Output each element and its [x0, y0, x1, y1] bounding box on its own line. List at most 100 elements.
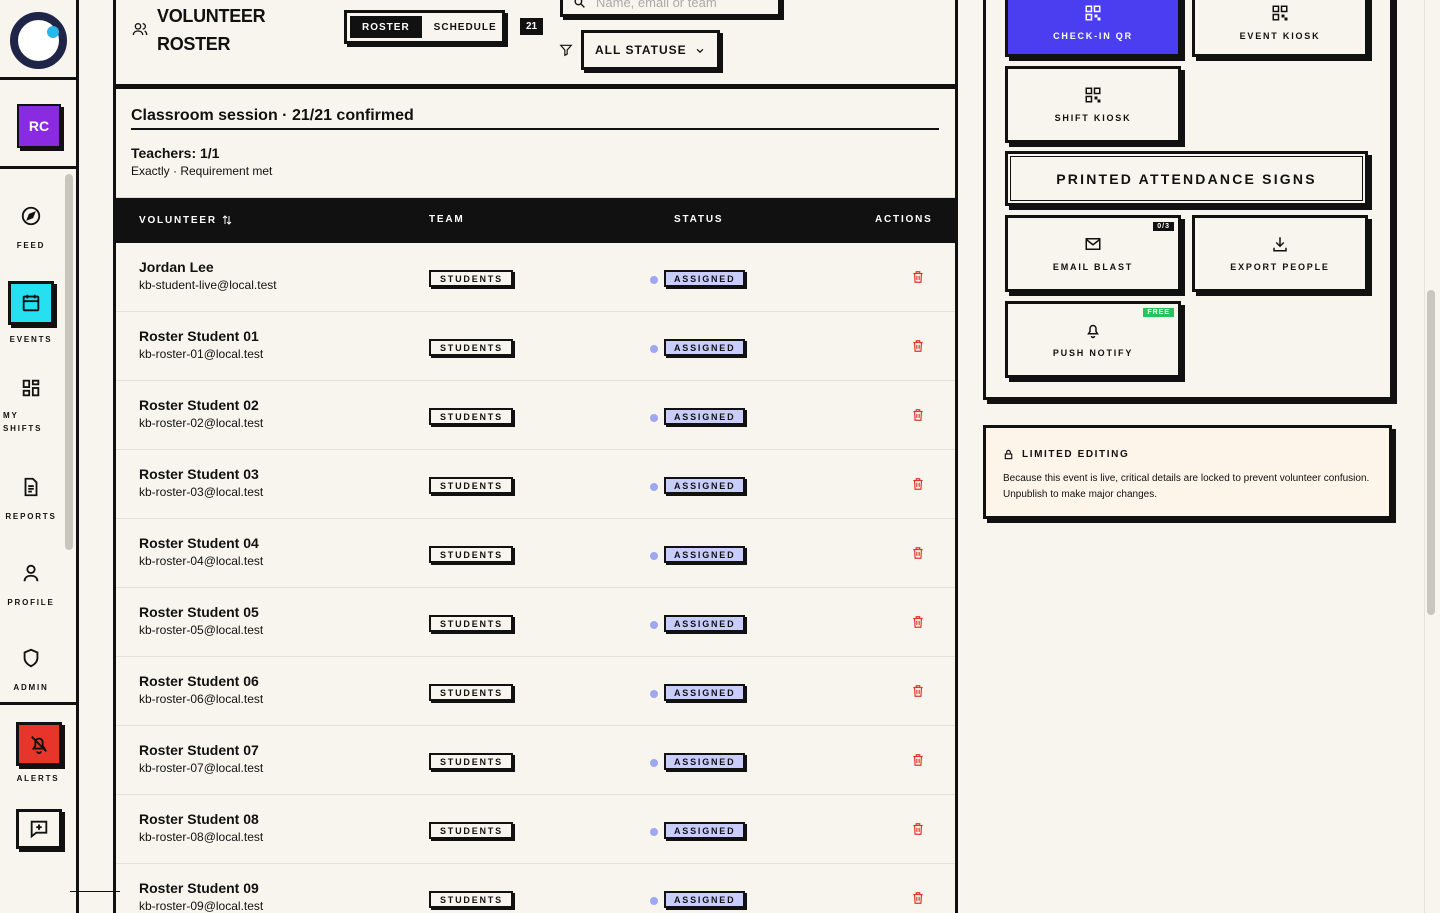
col-actions: ACTIONS — [875, 214, 933, 225]
volunteer-name[interactable]: Jordan Lee — [139, 259, 214, 275]
volunteer-email: kb-roster-06@local.test — [139, 692, 264, 706]
shift-kiosk-button[interactable]: SHIFT KIOSK — [1005, 66, 1181, 143]
session-title: Classroom session · 21/21 confirmed — [131, 107, 939, 130]
qr-code-icon — [1272, 5, 1288, 21]
col-volunteer: VOLUNTEER — [139, 214, 217, 226]
tile-label: EXPORT PEOPLE — [1230, 262, 1330, 272]
nav-item-events[interactable]: EVENTS — [0, 281, 62, 344]
volunteer-email: kb-roster-03@local.test — [139, 485, 264, 499]
chevron-down-icon — [696, 48, 704, 54]
grid-icon — [22, 379, 40, 397]
trash-icon[interactable] — [911, 891, 925, 905]
nav-item-profile[interactable]: PROFILE — [0, 562, 62, 607]
team-badge: STUDENTS — [429, 546, 513, 563]
volunteer-name[interactable]: Roster Student 09 — [139, 880, 259, 896]
calendar-icon — [22, 294, 40, 312]
trash-icon[interactable] — [911, 339, 925, 353]
signs-label: PRINTED ATTENDANCE SIGNS — [1056, 170, 1317, 187]
status-badge[interactable]: ASSIGNED — [664, 408, 746, 425]
event-kiosk-button[interactable]: EVENT KIOSK — [1192, 0, 1368, 57]
volunteer-email: kb-roster-08@local.test — [139, 830, 264, 844]
page-scrollbar[interactable] — [1427, 290, 1435, 615]
volunteer-name[interactable]: Roster Student 08 — [139, 811, 259, 827]
team-badge: STUDENTS — [429, 615, 513, 632]
status-badge[interactable]: ASSIGNED — [664, 477, 746, 494]
tile-label: CHECK-IN QR — [1053, 31, 1133, 41]
limited-editing-notice: LIMITED EDITING Because this event is li… — [983, 425, 1392, 519]
download-icon — [1273, 237, 1287, 252]
requirement-status: Exactly · Requirement met — [131, 164, 273, 178]
notice-heading: LIMITED EDITING — [1003, 449, 1129, 460]
bell-off-icon — [31, 736, 47, 755]
volunteer-name[interactable]: Roster Student 07 — [139, 742, 259, 758]
alerts-label: ALERTS — [16, 774, 60, 783]
trash-icon[interactable] — [911, 546, 925, 560]
view-toggle: ROSTER SCHEDULE — [344, 10, 505, 44]
checkin-qr-button[interactable]: CHECK-IN QR — [1005, 0, 1181, 57]
search-input[interactable] — [596, 0, 766, 10]
rail-scrollbar[interactable] — [65, 174, 73, 550]
team-badge: STUDENTS — [429, 477, 513, 494]
volunteer-name[interactable]: Roster Student 05 — [139, 604, 259, 620]
app-logo[interactable] — [0, 0, 76, 80]
trash-icon[interactable] — [911, 684, 925, 698]
status-badge[interactable]: ASSIGNED — [664, 822, 746, 839]
roster-panel: VOLUNTEER ROSTER ROSTER SCHEDULE 21 ALL … — [113, 0, 958, 913]
users-icon — [132, 23, 148, 36]
requirement-count: Teachers: 1/1 — [131, 145, 220, 161]
trash-icon[interactable] — [911, 615, 925, 629]
volunteer-name[interactable]: Roster Student 04 — [139, 535, 259, 551]
nav-item-admin[interactable]: ADMIN — [0, 647, 62, 692]
trash-icon[interactable] — [911, 270, 925, 284]
trash-icon[interactable] — [911, 408, 925, 422]
volunteer-name[interactable]: Roster Student 01 — [139, 328, 259, 344]
push-notify-button[interactable]: FREE PUSH NOTIFY — [1005, 301, 1181, 378]
printed-attendance-signs-button[interactable]: PRINTED ATTENDANCE SIGNS — [1005, 151, 1368, 206]
status-filter-select[interactable]: ALL STATUSES — [581, 30, 720, 70]
email-quota-badge: 0/3 — [1153, 222, 1174, 231]
feedback-button[interactable] — [16, 809, 62, 849]
trash-icon[interactable] — [911, 477, 925, 491]
alerts-button[interactable]: ALERTS — [16, 722, 62, 783]
status-badge[interactable]: ASSIGNED — [664, 615, 746, 632]
status-badge[interactable]: ASSIGNED — [664, 891, 746, 908]
roster-header: VOLUNTEER ROSTER ROSTER SCHEDULE 21 ALL … — [116, 0, 955, 89]
volunteer-name[interactable]: Roster Student 02 — [139, 397, 259, 413]
nav-item-my-shifts[interactable]: MY SHIFTS — [0, 377, 62, 435]
notice-title: LIMITED EDITING — [1022, 449, 1130, 460]
col-status: STATUS — [674, 214, 724, 225]
status-badge[interactable]: ASSIGNED — [664, 753, 746, 770]
volunteer-name[interactable]: Roster Student 03 — [139, 466, 259, 482]
table-row: Roster Student 03 kb-roster-03@local.test… — [116, 450, 955, 519]
trash-icon[interactable] — [911, 753, 925, 767]
table-row: Jordan Lee kb-student-live@local.test STUD… — [116, 243, 955, 312]
volunteer-name[interactable]: Roster Student 06 — [139, 673, 259, 689]
table-row: Roster Student 05 kb-roster-05@local.test… — [116, 588, 955, 657]
search-box — [560, 0, 781, 17]
avatar[interactable]: RC — [17, 104, 61, 148]
tab-schedule[interactable]: SCHEDULE — [422, 16, 509, 38]
col-volunteer-sort[interactable]: VOLUNTEER — [139, 214, 233, 226]
tile-label: SHIFT KIOSK — [1054, 113, 1132, 123]
notice-body: Because this event is live, critical det… — [1003, 473, 1370, 500]
export-people-button[interactable]: EXPORT PEOPLE — [1192, 215, 1368, 292]
nav-item-reports[interactable]: REPORTS — [0, 476, 62, 521]
status-badge[interactable]: ASSIGNED — [664, 546, 746, 563]
email-blast-button[interactable]: 0/3 EMAIL BLAST — [1005, 215, 1181, 292]
table-row: Roster Student 09 kb-roster-09@local.test… — [116, 864, 955, 913]
status-badge[interactable]: ASSIGNED — [664, 270, 746, 287]
volunteer-email: kb-roster-02@local.test — [139, 416, 264, 430]
search-icon — [574, 0, 585, 8]
tab-roster[interactable]: ROSTER — [350, 16, 422, 38]
status-dot — [650, 621, 658, 629]
status-badge[interactable]: ASSIGNED — [664, 339, 746, 356]
volunteer-email: kb-student-live@local.test — [139, 278, 277, 292]
trash-icon[interactable] — [911, 822, 925, 836]
volunteer-email: kb-roster-05@local.test — [139, 623, 264, 637]
status-badge[interactable]: ASSIGNED — [664, 684, 746, 701]
bell-icon — [1087, 324, 1099, 339]
nav-item-feed[interactable]: FEED — [0, 205, 62, 250]
nav-label: EVENTS — [9, 335, 53, 344]
nav-label: PROFILE — [7, 598, 55, 607]
team-badge: STUDENTS — [429, 822, 513, 839]
